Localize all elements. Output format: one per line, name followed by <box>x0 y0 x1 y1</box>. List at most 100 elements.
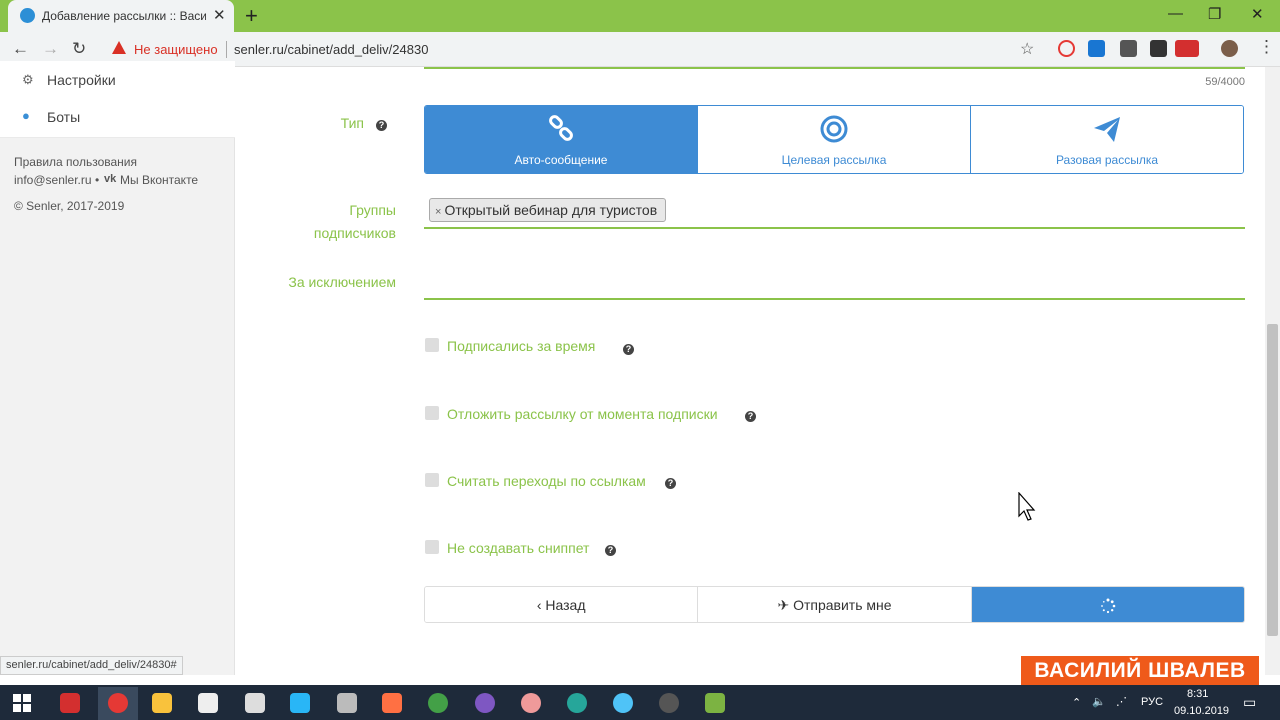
type-help-icon[interactable]: ? <box>376 117 387 135</box>
app-spiral-icon[interactable] <box>521 693 541 713</box>
type-label: Тип <box>340 115 364 131</box>
paper-plane-icon <box>1094 117 1120 142</box>
pen-app-icon[interactable] <box>245 693 265 713</box>
loading-spinner-icon <box>1100 598 1116 614</box>
language-indicator[interactable]: РУС <box>1141 696 1163 708</box>
windows-start-icon[interactable] <box>13 694 31 712</box>
forward-arrow-icon[interactable]: → <box>42 39 59 59</box>
network-icon[interactable]: ⋰ <box>1116 695 1127 708</box>
profile-avatar[interactable] <box>1221 40 1238 57</box>
extension-wrn-icon[interactable] <box>1175 40 1199 57</box>
scrollbar-thumb[interactable] <box>1267 324 1278 636</box>
email-link[interactable]: info@senler.ru <box>14 173 92 187</box>
extension-lt-icon[interactable] <box>1150 40 1167 57</box>
groups-label-line1: Группы <box>349 202 396 218</box>
terms-link[interactable]: Правила пользования <box>14 155 137 169</box>
app-x-icon[interactable] <box>60 693 80 713</box>
search-app-icon[interactable] <box>567 693 587 713</box>
send-me-button[interactable]: ✈ Отправить мне <box>698 587 972 622</box>
checkbox-delay[interactable] <box>425 406 439 420</box>
help-icon[interactable]: ? <box>665 475 676 493</box>
groups-field-underline[interactable] <box>424 227 1245 229</box>
new-tab-button[interactable]: + <box>245 3 258 29</box>
help-glyph: ? <box>665 478 676 490</box>
address-separator <box>226 41 227 58</box>
sidebar-item-bots[interactable]: ● Боты <box>0 96 235 138</box>
help-icon[interactable]: ? <box>623 341 634 359</box>
checkbox-label[interactable]: Подписались за время <box>447 338 595 354</box>
windows-taskbar: ⌃ 🔈 ⋰ РУС 8:31 09.10.2019 ▭ <box>0 685 1280 720</box>
except-label: За исключением <box>288 274 396 290</box>
type-option-label: Целевая рассылка <box>781 153 887 167</box>
docs-app-icon[interactable] <box>337 693 357 713</box>
volume-icon[interactable]: 🔈 <box>1092 695 1106 708</box>
checkbox-track-links[interactable] <box>425 473 439 487</box>
checkbox-no-snippet[interactable] <box>425 540 439 554</box>
warning-icon <box>112 41 126 54</box>
calendar-app-icon[interactable] <box>198 693 218 713</box>
viber-icon[interactable] <box>475 693 495 713</box>
vk-link[interactable]: Мы Вконтакте <box>120 173 198 187</box>
tab-close-icon[interactable]: ✕ <box>213 6 226 24</box>
help-icon[interactable]: ? <box>605 542 616 560</box>
paper-plane-icon: ✈ <box>777 597 790 613</box>
clock-date[interactable]: 09.10.2019 <box>1174 705 1229 717</box>
browser-tab-bar: Добавление рассылки :: Васина ✕ + — ❐ ✕ <box>0 0 1280 32</box>
q-app-icon[interactable] <box>705 693 725 713</box>
minimize-button[interactable]: — <box>1168 5 1183 22</box>
author-watermark: ВАСИЛИЙ ШВАЛЕВ <box>1021 656 1259 686</box>
maximize-button[interactable]: ❐ <box>1208 5 1221 23</box>
checkbox-subscribed-time[interactable] <box>425 338 439 352</box>
tag-remove-icon[interactable]: × <box>435 206 441 218</box>
sidebar: ⚙ Настройки ● Боты Правила пользования i… <box>0 61 235 675</box>
status-bar-url: senler.ru/cabinet/add_deliv/24830# <box>0 656 183 675</box>
browser-menu-icon[interactable]: ⋮ <box>1258 37 1275 57</box>
tray-chevron-icon[interactable]: ⌃ <box>1072 696 1081 709</box>
clock-time[interactable]: 8:31 <box>1187 688 1208 700</box>
except-field[interactable] <box>424 298 1245 300</box>
reload-icon[interactable]: ↻ <box>72 39 86 59</box>
type-option-auto[interactable]: Авто-сообщение <box>425 106 698 173</box>
gear-icon: ⚙ <box>22 72 34 87</box>
save-button[interactable] <box>971 587 1244 622</box>
url-text[interactable]: senler.ru/cabinet/add_deliv/24830 <box>234 42 428 57</box>
target-icon <box>820 115 848 143</box>
back-arrow-icon[interactable]: ← <box>12 39 29 59</box>
footer-separator: • <box>95 173 100 187</box>
close-window-button[interactable]: ✕ <box>1251 5 1264 23</box>
tab-title: Добавление рассылки :: Васина <box>42 9 206 23</box>
action-buttons: ‹ Назад ✈ Отправить мне <box>424 586 1245 623</box>
group-tag[interactable]: × Открытый вебинар для туристов <box>429 198 667 222</box>
type-option-onetime[interactable]: Разовая рассылка <box>971 106 1243 173</box>
obs-icon[interactable] <box>659 693 679 713</box>
vk-icon: vk <box>104 173 117 185</box>
type-option-label: Разовая рассылка <box>1055 153 1159 167</box>
copyright: © Senler, 2017-2019 <box>14 199 125 213</box>
chrome-alt-icon[interactable] <box>428 693 448 713</box>
checkbox-label[interactable]: Отложить рассылку от момента подписки <box>447 406 718 422</box>
chrome-icon[interactable] <box>108 693 128 713</box>
back-button[interactable]: ‹ Назад <box>425 587 699 622</box>
pencil-app-icon[interactable] <box>382 693 402 713</box>
senler-favicon-icon <box>20 8 35 23</box>
notifications-icon[interactable]: ▭ <box>1243 694 1256 711</box>
security-warning[interactable]: Не защищено <box>134 42 218 57</box>
link-icon <box>549 115 573 141</box>
sidebar-item-label: Настройки <box>47 72 116 88</box>
type-option-label: Авто-сообщение <box>514 153 608 167</box>
type-option-targeted[interactable]: Целевая рассылка <box>698 106 971 173</box>
page-scrollbar[interactable] <box>1265 67 1280 675</box>
send-me-label: Отправить мне <box>793 597 892 613</box>
bookmark-star-icon[interactable]: ☆ <box>1020 39 1034 59</box>
chrome-canary-icon[interactable] <box>613 693 633 713</box>
checkbox-label[interactable]: Считать переходы по ссылкам <box>447 473 646 489</box>
extension-icon[interactable] <box>1058 40 1075 57</box>
help-icon[interactable]: ? <box>745 408 756 426</box>
address-bar[interactable]: Не защищено senler.ru/cabinet/add_deliv/… <box>102 36 1044 63</box>
extension-pen-icon[interactable] <box>1120 40 1137 57</box>
file-explorer-icon[interactable] <box>152 693 172 713</box>
extension-s-icon[interactable] <box>1088 40 1105 57</box>
screen-app-icon[interactable] <box>290 693 310 713</box>
checkbox-label[interactable]: Не создавать сниппет <box>447 540 589 556</box>
browser-tab[interactable]: Добавление рассылки :: Васина ✕ <box>8 0 234 32</box>
